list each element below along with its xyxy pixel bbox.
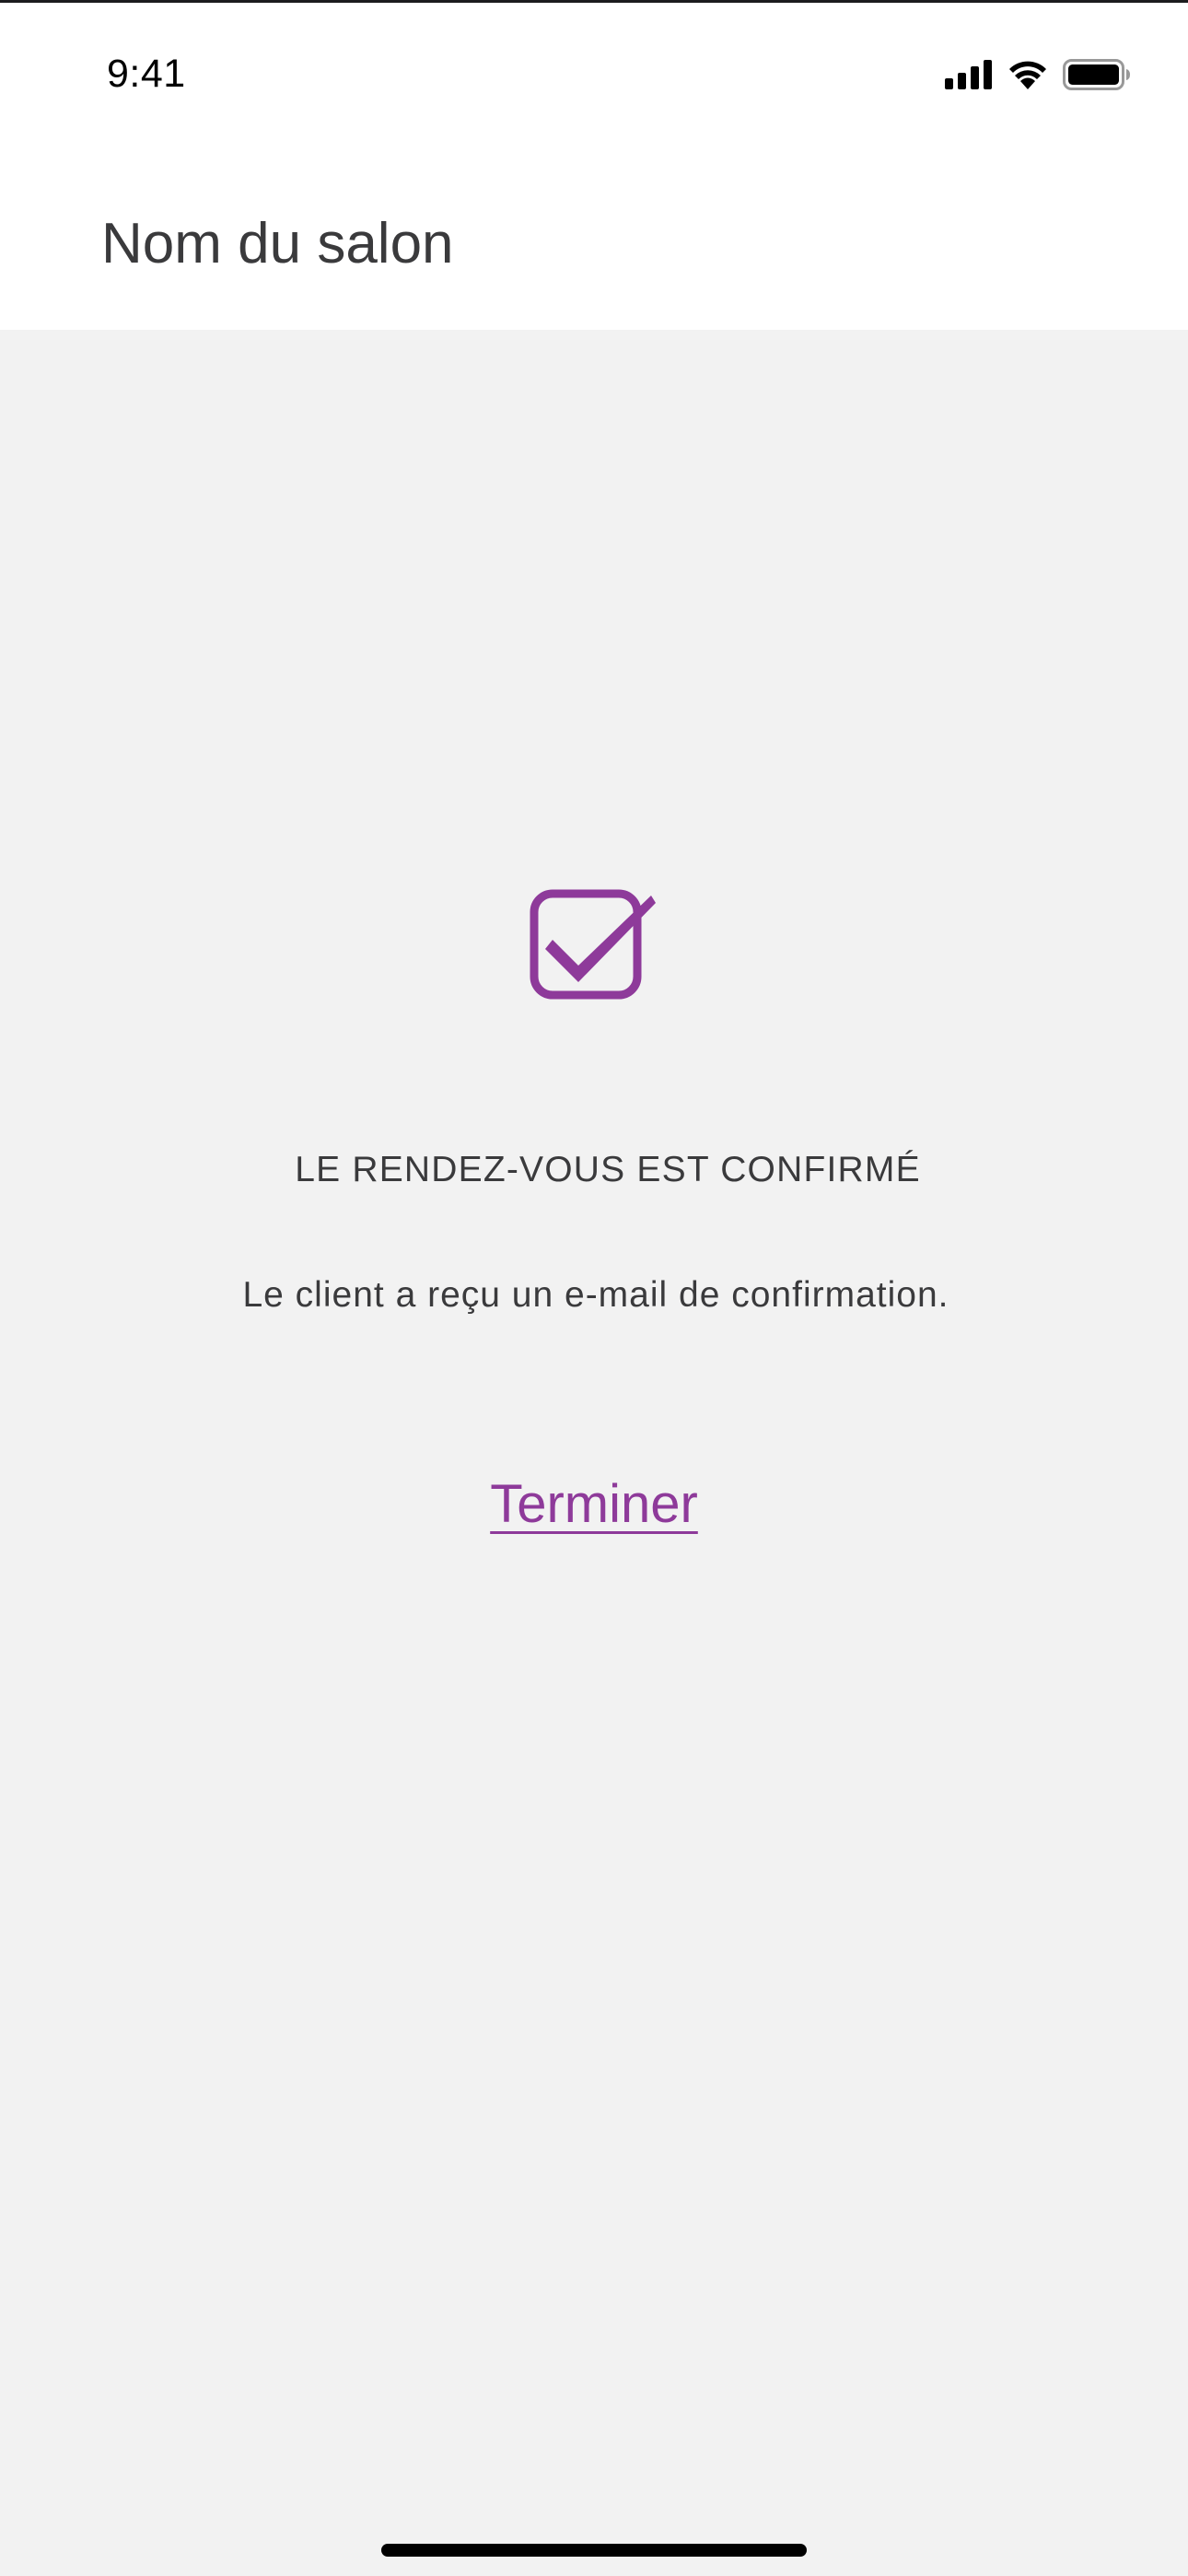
app-screen: 9:41 Nom du salon LE RENDEZ-VOUS EST CON… [0, 0, 1188, 2576]
battery-icon [1063, 59, 1131, 90]
page-title: Nom du salon [101, 212, 454, 275]
finish-link[interactable]: Terminer [490, 1474, 698, 1534]
cellular-signal-icon [945, 60, 993, 89]
status-bar: 9:41 [0, 3, 1188, 141]
finish-link-container: Terminer [0, 1472, 1188, 1537]
app-header: Nom du salon [0, 141, 1188, 330]
confirmation-message: Le client a reçu un e-mail de confirmati… [242, 1275, 949, 1315]
checkbox-checked-icon [530, 889, 656, 1000]
status-time: 9:41 [107, 52, 186, 96]
confirmation-panel: LE RENDEZ-VOUS EST CONFIRMÉ Le client a … [0, 330, 1188, 2576]
confirmation-title: LE RENDEZ-VOUS EST CONFIRMÉ [295, 1150, 921, 1189]
wifi-icon [1007, 59, 1048, 90]
status-icons [945, 56, 1131, 93]
home-indicator[interactable] [381, 2544, 807, 2557]
